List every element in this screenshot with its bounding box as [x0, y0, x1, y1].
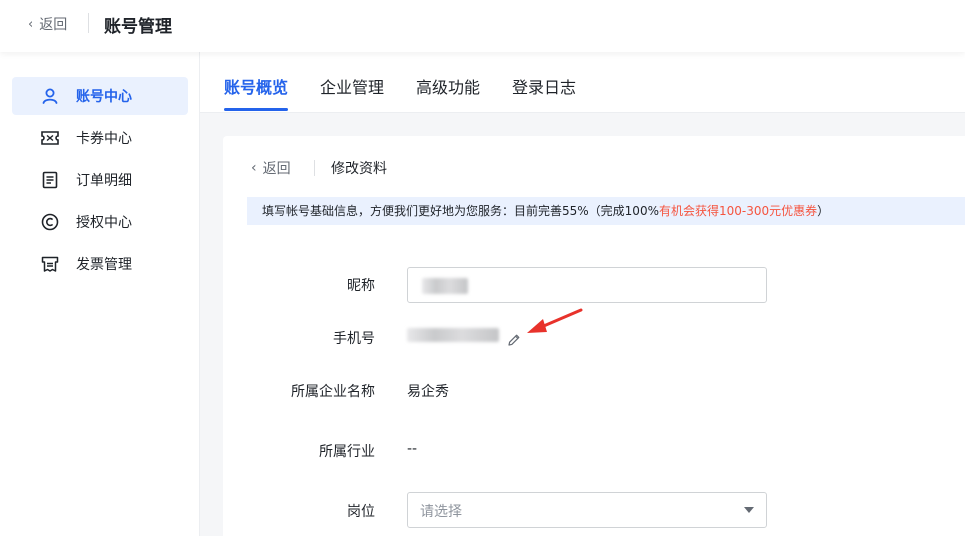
nickname-input[interactable]	[407, 267, 767, 303]
notice-text: 填写帐号基础信息，方便我们更好地为您服务：目前完善55%（完成100%	[262, 204, 659, 218]
ticket-icon	[38, 126, 62, 150]
industry-label: 所属行业	[319, 444, 375, 460]
notice-suffix: ）	[817, 204, 830, 218]
back-button[interactable]: ‹ 返回	[28, 14, 67, 34]
sidebar: 账号中心 卡券中心 订单明细 授权中心 发票管理	[0, 52, 200, 536]
notice-highlight: 有机会获得100-300元优惠券	[658, 204, 818, 218]
position-label: 岗位	[347, 504, 375, 520]
top-bar: ‹ 返回 账号管理	[0, 0, 965, 52]
sidebar-item-label: 授权中心	[76, 215, 132, 231]
tab-enterprise-management[interactable]: 企业管理	[320, 74, 384, 98]
active-tab-indicator	[224, 108, 288, 111]
redacted-phone	[407, 328, 499, 342]
sidebar-item-authorization-center[interactable]: 授权中心	[12, 203, 188, 241]
chevron-left-icon: ‹	[28, 16, 34, 32]
edit-phone-icon[interactable]	[507, 332, 521, 346]
divider	[314, 160, 315, 176]
tab-login-log[interactable]: 登录日志	[512, 74, 576, 98]
tab-account-overview[interactable]: 账号概览	[224, 74, 288, 98]
edit-profile-card: ‹ 返回 修改资料 填写帐号基础信息，方便我们更好地为您服务：目前完善55%（完…	[223, 136, 965, 536]
back-label: 返回	[262, 161, 291, 177]
sidebar-item-account-center[interactable]: 账号中心	[12, 77, 188, 115]
invoice-icon	[38, 252, 62, 276]
tab-bar: 账号概览 企业管理 高级功能 登录日志	[200, 52, 965, 113]
page-title: 账号管理	[104, 17, 172, 37]
position-select[interactable]: 请选择	[407, 492, 767, 528]
chevron-left-icon: ‹	[251, 160, 257, 176]
nickname-label: 昵称	[347, 278, 375, 294]
sidebar-item-card-center[interactable]: 卡券中心	[12, 119, 188, 157]
sidebar-item-invoice-management[interactable]: 发票管理	[12, 245, 188, 283]
profile-back-button[interactable]: ‹ 返回	[251, 158, 291, 178]
user-icon	[38, 84, 62, 108]
tab-advanced-features[interactable]: 高级功能	[416, 74, 480, 98]
annotation-arrow-icon	[527, 308, 583, 333]
completion-notice: 填写帐号基础信息，方便我们更好地为您服务：目前完善55%（完成100%有机会获得…	[247, 197, 965, 225]
copyright-icon	[38, 210, 62, 234]
company-value: 易企秀	[407, 384, 449, 400]
sidebar-item-label: 订单明细	[76, 173, 132, 189]
redacted-nickname	[422, 278, 468, 294]
sidebar-item-label: 发票管理	[76, 257, 132, 273]
section-title: 修改资料	[331, 161, 387, 177]
phone-label: 手机号	[333, 331, 375, 347]
order-list-icon	[38, 168, 62, 192]
caret-down-icon	[744, 507, 754, 513]
sidebar-item-label: 卡券中心	[76, 131, 132, 147]
divider	[88, 13, 89, 33]
sidebar-item-order-details[interactable]: 订单明细	[12, 161, 188, 199]
company-label: 所属企业名称	[291, 384, 375, 400]
position-placeholder: 请选择	[420, 504, 462, 520]
back-label: 返回	[39, 17, 68, 33]
sidebar-item-label: 账号中心	[76, 89, 132, 105]
industry-value: --	[407, 441, 418, 457]
